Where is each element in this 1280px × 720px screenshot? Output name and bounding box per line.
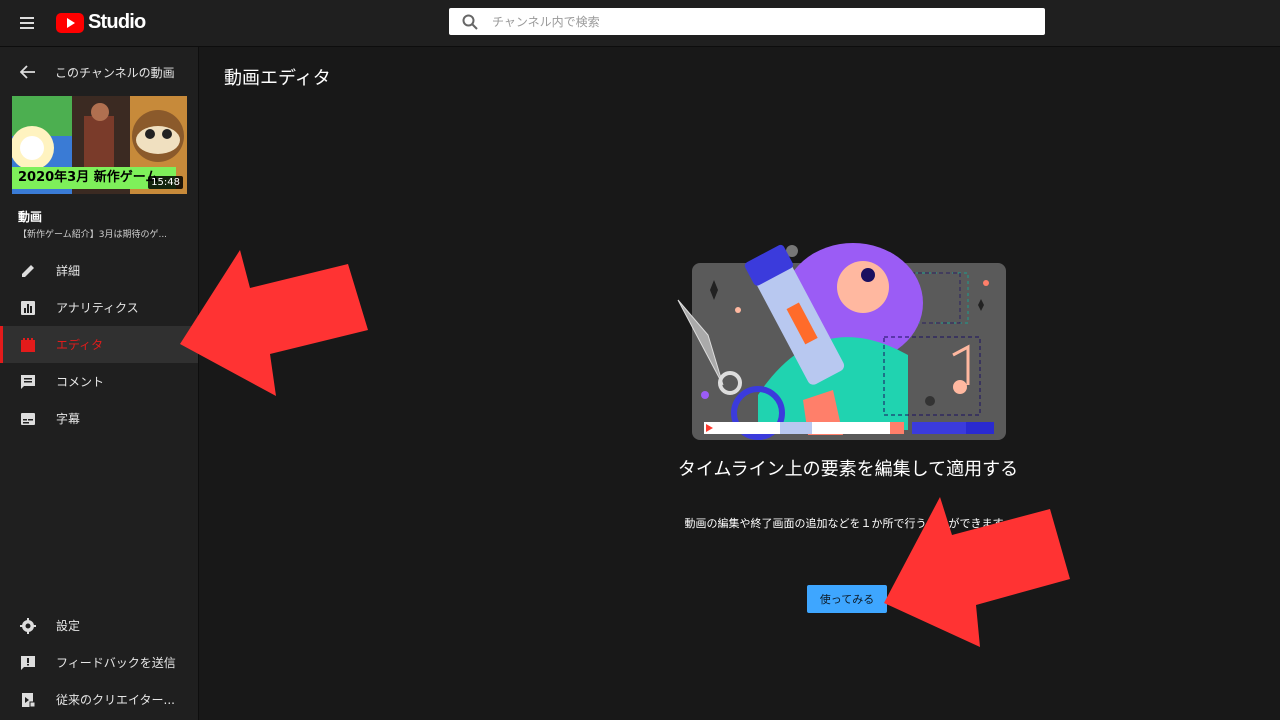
sidebar-item-feedback[interactable]: フィードバックを送信 (0, 644, 198, 681)
sidebar-item-label: エディタ (56, 338, 104, 352)
editor-illustration (677, 243, 1006, 440)
hamburger-menu-icon[interactable] (16, 13, 40, 33)
sidebar-item-classic-studio[interactable]: 従来のクリエイター... (0, 681, 198, 718)
page-title: 動画エディタ (224, 68, 331, 89)
pencil-icon (22, 264, 34, 277)
sidebar-item-subtitles[interactable]: 字幕 (0, 400, 198, 437)
sidebar-item-label: アナリティクス (56, 301, 139, 315)
gear-icon (20, 617, 36, 634)
search-icon (462, 14, 478, 30)
sidebar-item-label: 設定 (56, 619, 81, 633)
annotation-arrow-right (884, 497, 1070, 647)
video-title: 【新作ゲーム紹介】3月は期待のゲ... (18, 230, 168, 240)
sidebar-item-label: 詳細 (56, 264, 81, 278)
sidebar-nav: 詳細 アナリティクス エディタ コメント 字幕 (0, 252, 198, 437)
annotation-arrow-left (180, 250, 368, 396)
youtube-play-icon (56, 12, 84, 33)
classic-studio-icon (22, 692, 36, 707)
sidebar-item-label: コメント (56, 375, 105, 389)
search-input[interactable] (490, 13, 1014, 30)
sidebar-item-editor[interactable]: エディタ (0, 326, 198, 363)
sidebar-item-settings[interactable]: 設定 (0, 607, 198, 644)
top-bar: Studio (0, 0, 1280, 47)
back-arrow-icon (20, 65, 35, 79)
sidebar-item-label: 字幕 (56, 412, 81, 426)
editor-headline: タイムライン上の要素を編集して適用する (677, 459, 1019, 480)
video-duration: 15:48 (148, 176, 183, 189)
video-thumbnail[interactable]: 2020年3月 新作ゲーム 15:48 (12, 96, 187, 194)
sidebar-item-label: 従来のクリエイター... (56, 693, 175, 707)
search-bar[interactable] (449, 8, 1045, 35)
sidebar-item-analytics[interactable]: アナリティクス (0, 289, 198, 326)
sidebar: このチャンネルの動画 2020年3月 新作ゲーム 15:48 動画 【新作ゲーム… (0, 47, 199, 720)
comment-icon (21, 374, 35, 389)
sidebar-item-details[interactable]: 詳細 (0, 252, 198, 289)
back-label: このチャンネルの動画 (55, 65, 175, 80)
clapperboard-icon (21, 337, 35, 352)
sidebar-item-comments[interactable]: コメント (0, 363, 198, 400)
feedback-icon (21, 655, 35, 670)
analytics-icon (21, 300, 35, 315)
try-it-button[interactable]: 使ってみる (807, 585, 887, 613)
sidebar-bottom-nav: 設定 フィードバックを送信 従来のクリエイター... (0, 607, 198, 718)
sidebar-item-label: フィードバックを送信 (56, 656, 176, 670)
logo-text: Studio (88, 11, 146, 33)
subtitles-icon (21, 412, 35, 425)
youtube-studio-logo[interactable]: Studio (56, 11, 146, 34)
back-to-channel-videos[interactable]: このチャンネルの動画 (0, 57, 198, 87)
video-section-label: 動画 (18, 210, 43, 224)
